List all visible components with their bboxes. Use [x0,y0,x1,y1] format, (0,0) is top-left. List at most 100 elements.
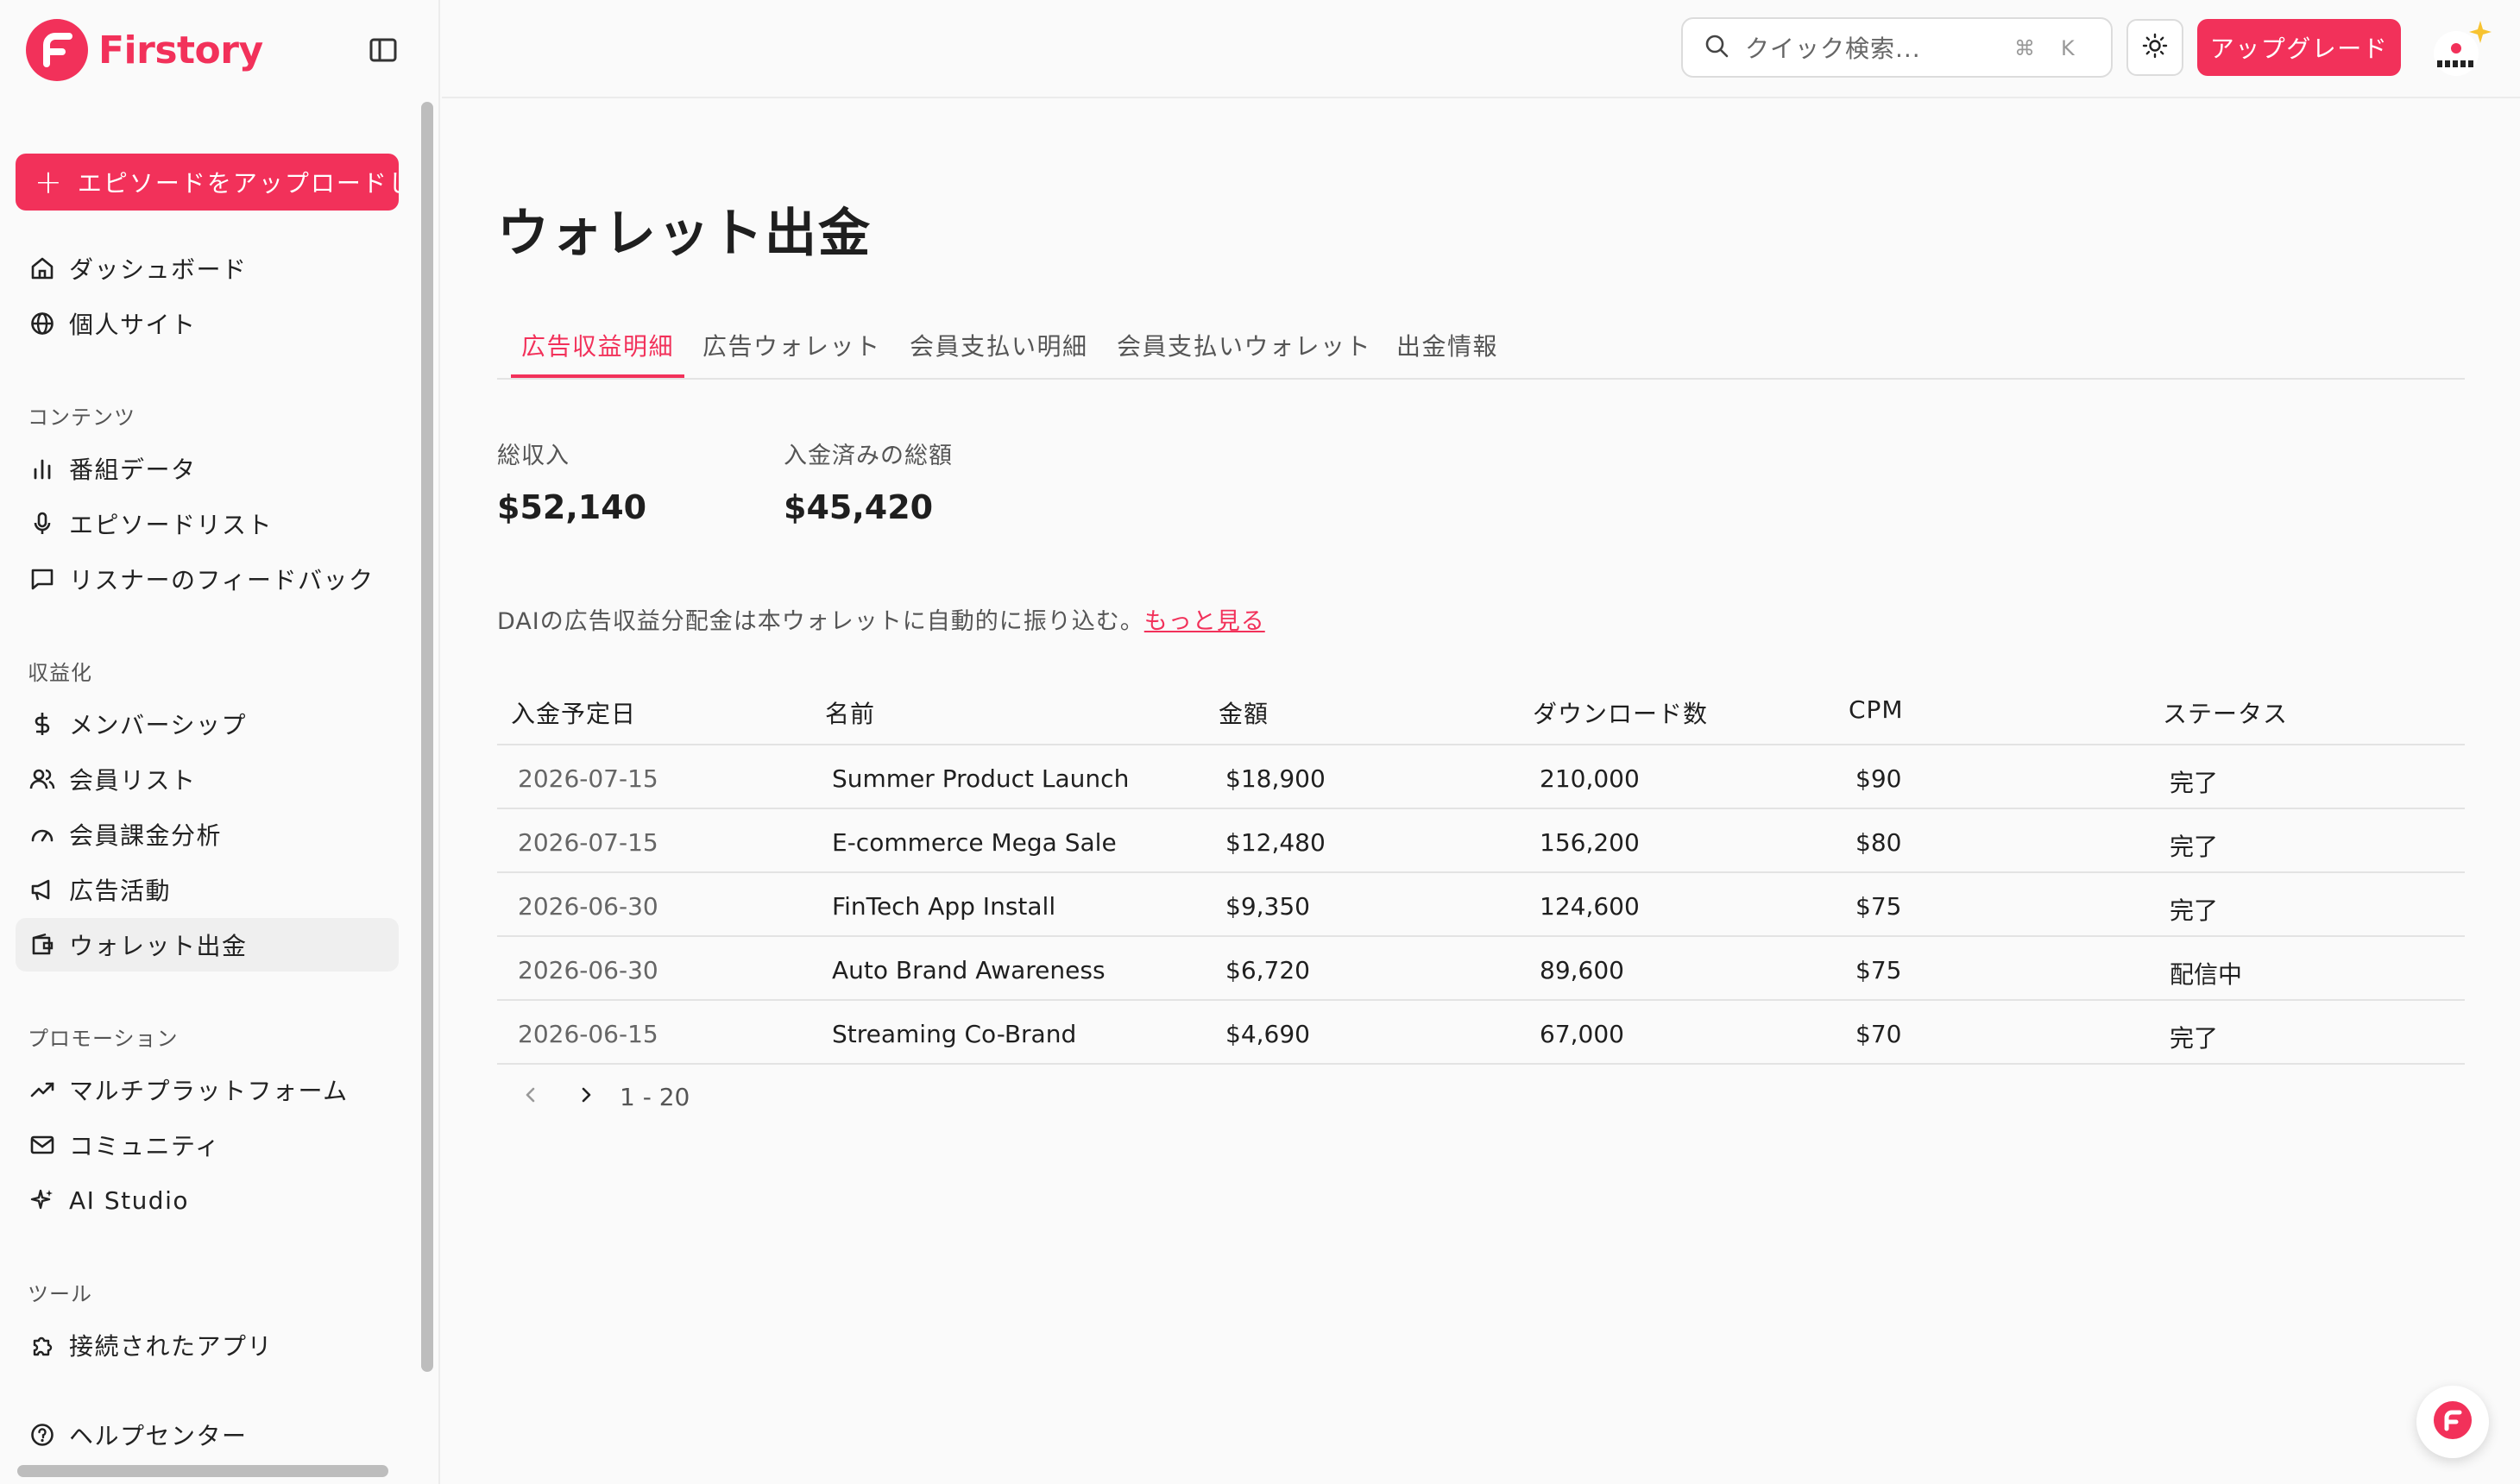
table-row[interactable]: 2026-06-30 Auto Brand Awareness $6,720 8… [497,937,2465,1001]
sidebar-item-label: AI Studio [69,1185,189,1215]
column-header-status[interactable]: ステータス [2163,695,2288,730]
table-row[interactable]: 2026-06-30 FinTech App Install $9,350 12… [497,873,2465,937]
sidebar-item-label: ウォレット出金 [69,932,248,960]
support-chat-button[interactable] [2416,1386,2489,1458]
sidebar-item-personal-site[interactable]: 個人サイト [16,297,399,350]
table-header: 入金予定日 名前 金額 ダウンロード数 CPM ステータス [497,678,2465,745]
sidebar-item-member-list[interactable]: 会員リスト [16,752,399,806]
cell-deposit-date: 2026-06-30 [518,892,658,921]
sidebar-item-dashboard[interactable]: ダッシュボード [16,242,399,295]
sidebar-item-label: 会員課金分析 [69,821,223,850]
sidebar-item-listener-feedback[interactable]: リスナーのフィードバック [16,552,399,606]
tab-member-payment-wallet[interactable]: 会員支払いウォレット [1117,328,1371,378]
search-placeholder: クイック検索... [1745,35,1921,63]
avatar[interactable] [2427,17,2496,83]
search-icon [1704,33,1729,62]
table-row[interactable]: 2026-06-15 Streaming Co-Brand $4,690 67,… [497,1001,2465,1065]
cell-status: 完了 [2170,896,2219,925]
sidebar-item-multi-platform[interactable]: マルチプラットフォーム [16,1063,399,1116]
dai-note: DAIの広告収益分配金は本ウォレットに自動的に振り込む。もっと見る [497,602,1265,636]
section-label-tools: ツール [28,1282,92,1306]
gauge-icon [28,820,57,849]
total-deposited-value: $45,420 [784,488,934,526]
cell-downloads: 89,600 [1540,956,1624,984]
sidebar-item-ai-studio[interactable]: AI Studio [16,1173,399,1227]
sidebar-vertical-scrollbar[interactable] [421,102,433,1372]
plus-icon: + [35,163,64,201]
home-icon [28,254,57,283]
firstory-logo-icon [26,19,88,81]
revenue-table: 入金予定日 名前 金額 ダウンロード数 CPM ステータス 2026-07-15… [497,678,2465,1065]
cell-name: Streaming Co-Brand [832,1020,1077,1048]
sidebar-item-episode-list[interactable]: エピソードリスト [16,497,399,550]
tab-ad-wallet[interactable]: 広告ウォレット [702,328,881,378]
mail-icon [28,1130,57,1160]
page-title: ウォレット出金 [497,204,872,264]
brand[interactable]: Firstory [26,19,263,81]
learn-more-link[interactable]: もっと見る [1144,608,1265,635]
k-key-hint: K [2061,36,2075,60]
megaphone-icon [28,875,57,904]
sidebar-item-label: メンバーシップ [69,711,247,739]
sun-icon [2141,32,2169,63]
cell-name: Summer Product Launch [832,764,1130,793]
sparkles-icon [28,1185,57,1215]
trending-up-icon [28,1075,57,1104]
sidebar-item-label: マルチプラットフォーム [69,1077,349,1105]
theme-toggle-button[interactable] [2126,19,2183,76]
tab-withdrawal-info[interactable]: 出金情報 [1396,328,1498,378]
tab-member-payment-details[interactable]: 会員支払い明細 [910,328,1088,378]
quick-search-input[interactable]: クイック検索... ⌘ K [1681,17,2113,78]
table-row[interactable]: 2026-07-15 E-commerce Mega Sale $12,480 … [497,809,2465,873]
column-header-name[interactable]: 名前 [825,695,875,730]
puzzle-icon [28,1330,57,1360]
pagination-range: 1 - 20 [620,1082,690,1111]
brand-name: Firstory [98,28,263,72]
chevron-right-icon[interactable] [573,1082,599,1111]
command-key-hint: ⌘ [2014,36,2035,60]
section-label-promotion: プロモーション [28,1027,179,1051]
sidebar-toggle-icon[interactable] [366,33,400,67]
sidebar-horizontal-scrollbar[interactable] [17,1465,388,1477]
section-label-monetization: 収益化 [28,661,92,685]
upgrade-button[interactable]: アップグレード [2197,19,2401,76]
sidebar-item-label: 番組データ [69,456,197,484]
cell-cpm: $75 [1855,956,1902,984]
dai-note-text: DAIの広告収益分配金は本ウォレットに自動的に振り込む。 [497,608,1144,635]
column-header-amount[interactable]: 金額 [1219,695,1269,730]
tab-ad-revenue-details[interactable]: 広告収益明細 [511,328,685,378]
total-income-label: 総収入 [497,443,570,469]
cell-deposit-date: 2026-07-15 [518,764,658,793]
table-row[interactable]: 2026-07-15 Summer Product Launch $18,900… [497,745,2465,809]
sidebar-item-wallet-withdrawal[interactable]: ウォレット出金 [16,918,399,972]
cell-status: 完了 [2170,1024,2219,1053]
cell-downloads: 210,000 [1540,764,1640,793]
sidebar-item-ad-activity[interactable]: 広告活動 [16,863,399,916]
cell-status: 配信中 [2170,960,2243,989]
globe-icon [28,309,57,338]
sidebar-item-show-data[interactable]: 番組データ [16,442,399,495]
cell-cpm: $90 [1855,764,1902,793]
sidebar-item-member-billing-analysis[interactable]: 会員課金分析 [16,808,399,861]
section-label-content: コンテンツ [28,406,135,430]
cell-status: 完了 [2170,769,2219,797]
column-header-downloads[interactable]: ダウンロード数 [1533,695,1708,730]
sidebar-item-label: 接続されたアプリ [69,1332,274,1361]
cell-amount: $6,720 [1225,956,1310,984]
wallet-icon [28,930,57,959]
sidebar-item-membership[interactable]: メンバーシップ [16,697,399,751]
sidebar-item-help-center[interactable]: ヘルプセンター [16,1408,399,1462]
column-header-cpm[interactable]: CPM [1849,695,1904,724]
top-header: クイック検索... ⌘ K アップグレード [442,0,2520,98]
upload-episode-button[interactable]: + エピソードをアップロードしま [16,154,399,211]
chevron-left-icon[interactable] [518,1082,544,1111]
sidebar-item-community[interactable]: コミュニティ [16,1118,399,1172]
cell-name: FinTech App Install [832,892,1056,921]
cell-status: 完了 [2170,833,2219,861]
column-header-deposit-date[interactable]: 入金予定日 [511,695,636,730]
firstory-chat-icon [2432,1399,2473,1444]
cell-cpm: $70 [1855,1020,1902,1048]
sidebar-item-connected-apps[interactable]: 接続されたアプリ [16,1318,399,1372]
cell-name: E-commerce Mega Sale [832,828,1117,857]
sidebar: Firstory + エピソードをアップロードしま ダッシュボード 個人サイト … [0,0,440,1484]
